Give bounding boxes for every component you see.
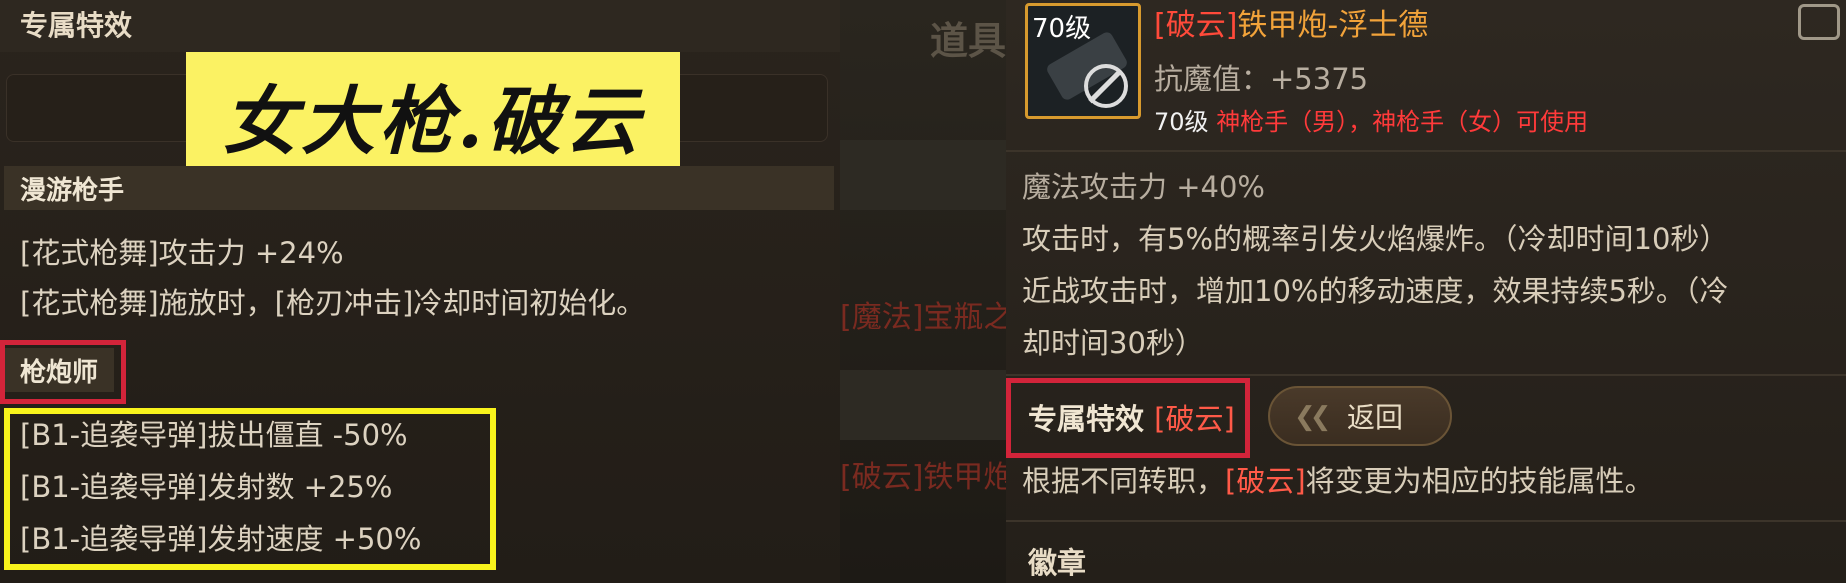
list-item[interactable]: [破云]铁甲炮- <box>840 452 1024 496</box>
desc-tag: [破云] <box>1225 464 1306 498</box>
effect-line: 魔法攻击力 +40% <box>1022 170 1265 204</box>
left-panel: 专属特效 女大枪.破云 漫游枪手 [花式枪舞]攻击力 +24% [花式枪舞]施放… <box>0 0 840 583</box>
usage-requirement: 70级 神枪手（男），神枪手（女）可使用 <box>1154 102 1588 137</box>
item-name-text: 铁甲炮-浮士德 <box>1237 8 1429 43</box>
desc-suffix: 将变更为相应的技能属性。 <box>1305 464 1654 498</box>
item-icon[interactable]: 70级 <box>1025 3 1141 119</box>
prohibited-icon <box>1084 64 1128 108</box>
middle-list-strip: 道具 [魔法]宝瓶之守 [破云]铁甲炮- <box>840 0 1043 583</box>
req-classes: 神枪手（男），神枪手（女）可使用 <box>1216 108 1589 136</box>
left-panel-title: 专属特效 <box>20 9 133 42</box>
back-button[interactable]: ❮❮ 返回 <box>1268 386 1452 446</box>
annotation-text: 女大枪.破云 <box>223 78 643 165</box>
double-chevron-left-icon: ❮❮ <box>1294 402 1331 432</box>
item-tooltip-panel: 70级 [破云]铁甲炮-浮士德 抗魔值：+5375 70级 神枪手（男），神枪手… <box>1006 0 1846 583</box>
item-name: [破云]铁甲炮-浮士德 <box>1154 0 1428 44</box>
section-header-wanderer: 漫游枪手 <box>4 166 834 210</box>
item-name-tag: [破云] <box>1154 8 1238 43</box>
stat-magic-resist: 抗魔值：+5375 <box>1154 62 1369 96</box>
effect-line: 攻击时，有5%的概率引发火焰爆炸。（冷却时间10秒） <box>1022 222 1729 256</box>
back-button-label: 返回 <box>1346 401 1403 434</box>
divider <box>1006 374 1846 376</box>
badge-section-title: 徽章 <box>1028 546 1087 580</box>
red-highlight-frame <box>0 340 126 404</box>
effect-line: [花式枪舞]施放时，[枪刃冲击]冷却时间初始化。 <box>20 286 646 320</box>
desc-prefix: 根据不同转职， <box>1022 464 1226 498</box>
yellow-highlight-frame <box>4 408 496 570</box>
item-level-badge: 70级 <box>1032 14 1092 44</box>
effect-line: [花式枪舞]攻击力 +24% <box>20 236 344 270</box>
divider <box>1006 150 1846 152</box>
annotation-label: 女大枪.破云 <box>186 52 680 178</box>
share-icon[interactable] <box>1798 4 1840 40</box>
list-row[interactable] <box>840 370 1006 440</box>
list-row[interactable] <box>840 140 1006 210</box>
effect-line: 却时间30秒） <box>1022 326 1204 360</box>
middle-tab-label[interactable]: 道具 <box>930 10 1006 65</box>
red-highlight-frame <box>1006 378 1250 458</box>
exclusive-effect-description: 根据不同转职，[破云]将变更为相应的技能属性。 <box>1022 458 1654 500</box>
req-level: 70级 <box>1154 108 1209 136</box>
effect-line: 近战攻击时，增加10%的移动速度，效果持续5秒。（冷 <box>1022 274 1729 308</box>
divider <box>1006 520 1846 522</box>
section-title: 漫游枪手 <box>20 175 125 206</box>
